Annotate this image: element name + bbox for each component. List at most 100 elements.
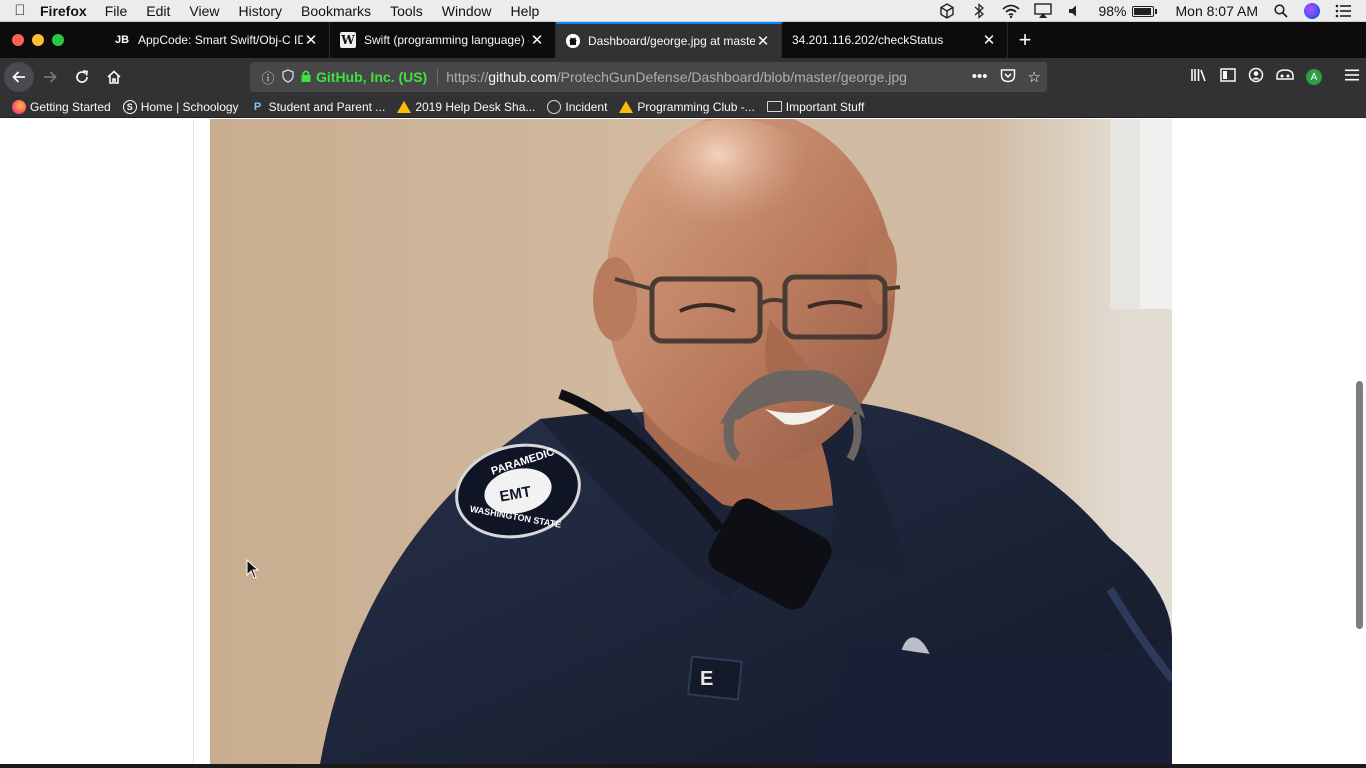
- library-icon[interactable]: [1190, 67, 1208, 87]
- airplay-icon[interactable]: [1034, 2, 1053, 20]
- tab-strip: JB AppCode: Smart Swift/Obj-C ID ✕ W Swi…: [0, 22, 1366, 58]
- bookmark-label: Student and Parent ...: [268, 99, 386, 114]
- bookmark-star-icon[interactable]: ☆: [1028, 68, 1041, 87]
- folder-icon: [766, 101, 782, 112]
- battery-status[interactable]: 98%: [1098, 3, 1157, 19]
- blob-image-george: PARAMEDIC EMT WASHINGTON STATE E: [210, 119, 1172, 764]
- tab-appcode[interactable]: JB AppCode: Smart Swift/Obj-C ID ✕: [104, 22, 330, 58]
- apple-menu-icon[interactable]: : [0, 2, 40, 19]
- tracking-protection-icon[interactable]: [280, 68, 296, 86]
- firefox-account-icon[interactable]: [1248, 67, 1264, 87]
- bookmark-schoology[interactable]: S Home | Schoology: [122, 99, 239, 114]
- menu-tools[interactable]: Tools: [390, 3, 423, 19]
- name-tag-text: E: [700, 668, 713, 690]
- battery-percent: 98%: [1098, 3, 1127, 19]
- bookmark-programming-club[interactable]: Programming Club -...: [619, 99, 755, 114]
- bookmark-help-desk[interactable]: 2019 Help Desk Sha...: [397, 100, 535, 114]
- url-bar[interactable]: ⓘ GitHub, Inc. (US) https://github.com/P…: [250, 62, 1047, 92]
- site-identity-label[interactable]: GitHub, Inc. (US): [316, 69, 427, 85]
- new-tab-button[interactable]: +: [1008, 22, 1042, 58]
- firefox-icon: [12, 99, 26, 114]
- menu-bookmarks[interactable]: Bookmarks: [301, 3, 371, 19]
- reload-button[interactable]: [66, 61, 98, 93]
- containers-extension-icon[interactable]: [1276, 68, 1294, 86]
- page-viewport[interactable]: PARAMEDIC EMT WASHINGTON STATE E: [0, 119, 1366, 764]
- secure-lock-icon[interactable]: [298, 69, 314, 86]
- bookmark-label: Important Stuff: [785, 99, 865, 114]
- window-controls: [0, 22, 104, 58]
- sidebar-toggle-icon[interactable]: [1220, 68, 1236, 86]
- menu-view[interactable]: View: [189, 3, 219, 19]
- tab-check-status[interactable]: 34.201.116.202/checkStatus ✕: [782, 22, 1008, 58]
- bookmark-label: Getting Started: [30, 99, 111, 114]
- tab-close-icon[interactable]: ✕: [303, 31, 319, 49]
- menu-file[interactable]: File: [105, 3, 128, 19]
- wikipedia-icon: W: [340, 32, 356, 48]
- menu-history[interactable]: History: [238, 3, 282, 19]
- schoology-icon: S: [122, 99, 137, 114]
- bluetooth-icon[interactable]: [970, 2, 988, 20]
- bookmark-student-parent[interactable]: P Student and Parent ...: [251, 99, 386, 114]
- url-prefix: https://: [446, 69, 489, 85]
- toolbar-right-icons: A: [1190, 58, 1360, 96]
- content-border-left: [193, 119, 194, 764]
- hamburger-menu-icon[interactable]: [1344, 68, 1360, 86]
- bookmark-label: Home | Schoology: [140, 99, 239, 114]
- spotlight-search-icon[interactable]: [1272, 2, 1290, 20]
- urlbar-separator: [437, 68, 439, 86]
- tab-title: Swift (programming language) -: [364, 33, 529, 47]
- bookmarks-toolbar: Getting Started S Home | Schoology P Stu…: [0, 96, 1366, 118]
- menu-edit[interactable]: Edit: [146, 3, 170, 19]
- p-icon: P: [253, 100, 262, 113]
- drive-icon: [397, 100, 412, 113]
- close-window-button[interactable]: [12, 34, 24, 46]
- battery-icon: [1131, 5, 1157, 17]
- status-area: 98% Mon 8:07 AM: [938, 0, 1366, 22]
- wifi-icon[interactable]: [1002, 2, 1021, 20]
- dropbox-icon[interactable]: [938, 2, 956, 20]
- home-button[interactable]: [98, 61, 130, 93]
- bookmark-label: Incident: [565, 99, 608, 114]
- tab-title: 34.201.116.202/checkStatus: [792, 33, 944, 47]
- clock[interactable]: Mon 8:07 AM: [1176, 3, 1259, 19]
- page-info-icon[interactable]: ⓘ: [258, 68, 278, 87]
- menu-help[interactable]: Help: [511, 3, 540, 19]
- tab-github-george[interactable]: Dashboard/george.jpg at maste ✕: [556, 22, 782, 58]
- dock-edge: [0, 764, 1366, 768]
- volume-icon[interactable]: [1066, 2, 1084, 20]
- extension-account-avatar[interactable]: A: [1306, 69, 1322, 85]
- tab-close-icon[interactable]: ✕: [529, 31, 545, 49]
- pocket-icon[interactable]: [1000, 68, 1016, 87]
- urlbar-actions: ••• ☆: [972, 68, 1041, 87]
- tab-close-icon[interactable]: ✕: [755, 32, 771, 50]
- fullscreen-window-button[interactable]: [52, 34, 64, 46]
- scrollbar-thumb[interactable]: [1356, 381, 1363, 629]
- globe-icon: [547, 99, 562, 114]
- notification-center-icon[interactable]: [1334, 2, 1352, 20]
- tab-title: AppCode: Smart Swift/Obj-C ID: [138, 33, 303, 47]
- github-icon: [566, 34, 580, 48]
- navigation-toolbar: ⓘ GitHub, Inc. (US) https://github.com/P…: [0, 58, 1366, 96]
- forward-button[interactable]: [34, 61, 66, 93]
- tab-title: Dashboard/george.jpg at maste: [588, 34, 755, 48]
- page-scrollbar[interactable]: [1354, 119, 1366, 764]
- app-menu-firefox[interactable]: Firefox: [40, 3, 87, 19]
- bookmark-label: 2019 Help Desk Sha...: [415, 99, 536, 114]
- url-path: /ProtechGunDefense/Dashboard/blob/master…: [556, 69, 907, 85]
- bookmark-label: Programming Club -...: [637, 99, 755, 114]
- url-host: github.com: [488, 69, 557, 85]
- jetbrains-icon: JB: [114, 34, 130, 46]
- macos-menubar:  Firefox File Edit View History Bookmar…: [0, 0, 1366, 22]
- bookmark-getting-started[interactable]: Getting Started: [12, 99, 111, 114]
- bookmark-folder-important[interactable]: Important Stuff: [766, 99, 865, 114]
- minimize-window-button[interactable]: [32, 34, 44, 46]
- url-text[interactable]: https://github.com/ProtechGunDefense/Das…: [446, 69, 907, 85]
- siri-icon[interactable]: [1304, 3, 1320, 19]
- drive-icon: [619, 100, 634, 113]
- tab-close-icon[interactable]: ✕: [981, 31, 997, 49]
- back-button[interactable]: [4, 62, 34, 92]
- tab-swift-wikipedia[interactable]: W Swift (programming language) - ✕: [330, 22, 556, 58]
- bookmark-incident[interactable]: Incident: [547, 99, 608, 114]
- page-actions-menu-icon[interactable]: •••: [972, 68, 988, 87]
- menu-window[interactable]: Window: [442, 3, 492, 19]
